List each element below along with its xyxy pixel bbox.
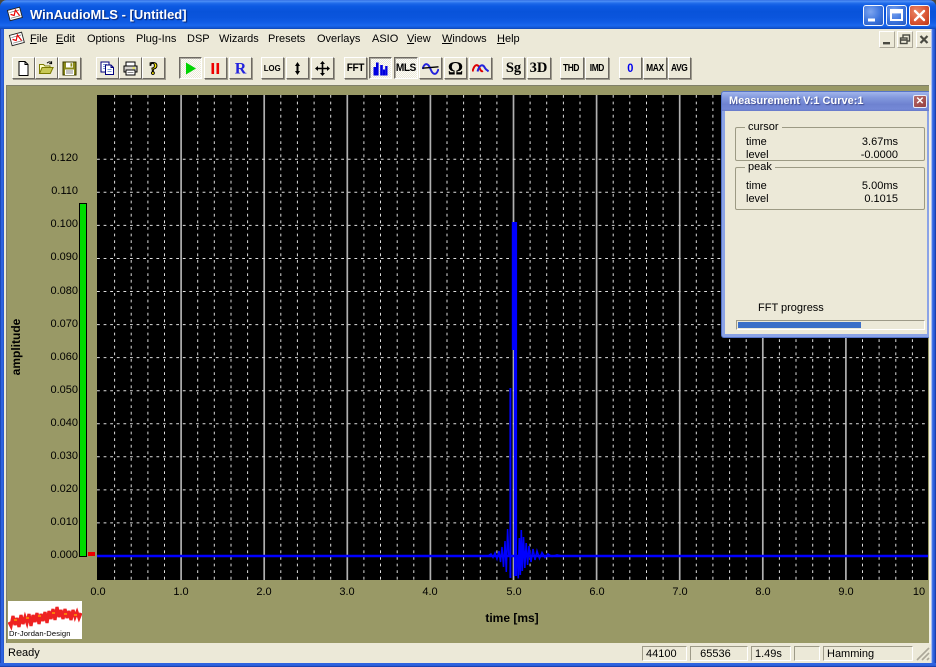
svg-text:?: ? — [149, 60, 158, 77]
svg-text:R: R — [234, 60, 246, 77]
svg-text:Ω: Ω — [447, 60, 462, 77]
